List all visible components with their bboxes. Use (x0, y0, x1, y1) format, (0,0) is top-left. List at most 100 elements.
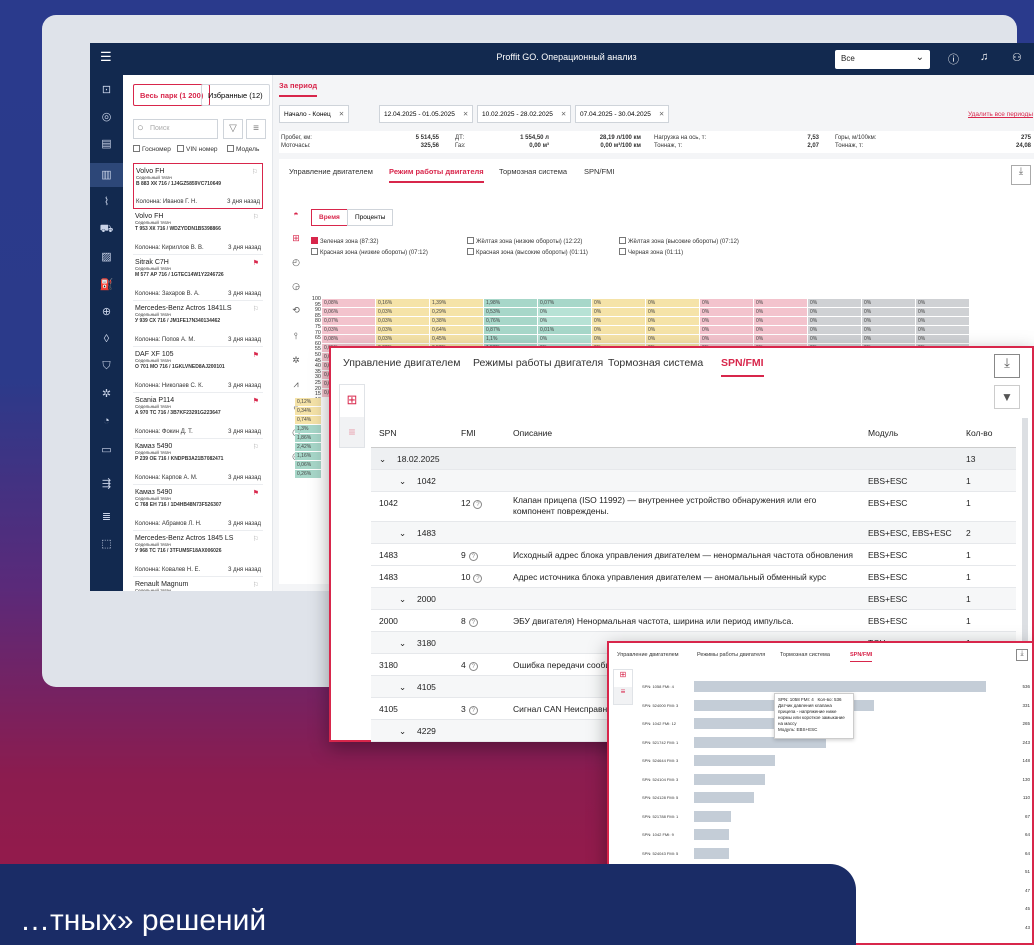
column-header[interactable]: Описание (513, 428, 552, 438)
spn-tab[interactable]: Управление двигателем (343, 357, 460, 375)
nav-fuel-icon[interactable]: ⛽ (90, 278, 123, 291)
zone-yellow-low-checkbox[interactable]: Жёлтая зона (низкие обороты) (12:22) (467, 237, 582, 245)
filter-icon[interactable]: ▼ (994, 385, 1020, 409)
download-icon[interactable]: ⤓ (1016, 649, 1028, 661)
nav-map-icon[interactable]: ⊕ (90, 305, 123, 318)
chevron-down-icon[interactable]: ⌄ (399, 528, 406, 539)
info-icon[interactable]: ⓘ (948, 51, 959, 67)
help-icon[interactable]: ? (468, 552, 478, 561)
bell-icon[interactable]: ♫ (980, 51, 988, 63)
chevron-down-icon[interactable]: ⌄ (399, 726, 406, 737)
vehicle-item[interactable]: Volvo FH Седельный тягач Т 953 ХК 716 / WD… (133, 209, 263, 255)
nav-flow-icon[interactable]: ⇶ (90, 477, 123, 490)
nav-chart-icon[interactable]: ◔ (90, 415, 123, 427)
bar[interactable] (694, 847, 729, 859)
chevron-down-icon[interactable]: ⌄ (399, 638, 406, 649)
download-icon[interactable]: ⤓ (994, 354, 1020, 378)
table-row[interactable]: ⌄ 2000 EBS+ESC 1 (371, 588, 1016, 610)
gauge-icon[interactable]: ◴ (289, 257, 303, 268)
column-header[interactable]: FMI (461, 428, 476, 438)
chart-tab[interactable]: Управление двигателем (617, 652, 679, 661)
zone-yellow-high-checkbox[interactable]: Жёлтая зона (высокие обороты) (07:12) (619, 237, 739, 245)
period-chip[interactable]: Начало - Конец ✕ (279, 105, 350, 123)
help-icon[interactable]: ? (468, 662, 478, 671)
nav-docs-icon[interactable]: ▤ (90, 137, 123, 150)
close-icon[interactable]: ✕ (659, 111, 664, 118)
bookmark-icon[interactable]: ⚑ (253, 259, 259, 267)
nav-location-icon[interactable]: ◎ (90, 110, 123, 123)
nav-drop-icon[interactable]: ◊ (90, 333, 123, 345)
spn-tab[interactable]: SPN/FMI (721, 357, 764, 377)
fleet-select[interactable]: Все ⌄ (835, 50, 930, 69)
table-scrollbar[interactable] (1022, 418, 1028, 668)
filter-plate-checkbox[interactable]: Госномер (133, 145, 171, 153)
chart-tab[interactable]: SPN/FMI (850, 652, 873, 662)
bar[interactable] (694, 773, 765, 785)
period-tab[interactable]: За период (279, 81, 318, 97)
bookmark-icon[interactable]: ⚐ (253, 213, 259, 221)
chart-tab[interactable]: Режимы работы двигателя (697, 652, 765, 661)
bar[interactable] (694, 792, 754, 803)
zone-green-checkbox[interactable]: Зеленая зона (87:32) (311, 237, 379, 245)
vehicle-item[interactable]: DAF XF 105 Седельный тягач О 701 МО 716 / … (133, 347, 263, 393)
close-icon[interactable]: ✕ (463, 111, 468, 118)
bookmark-icon[interactable]: ⚐ (252, 168, 258, 176)
close-icon[interactable]: ✕ (339, 111, 344, 118)
filter-vin-checkbox[interactable]: VIN номер (177, 145, 218, 153)
zone-red-low-checkbox[interactable]: Красная зона (низкие обороты) (07:12) (311, 248, 428, 256)
zone-black-checkbox[interactable]: Черная зона (01:11) (619, 248, 683, 256)
delete-all-periods-link[interactable]: Удалить все периоды (968, 111, 1033, 118)
help-icon[interactable]: ? (473, 500, 483, 509)
chevron-down-icon[interactable]: ⌄ (399, 476, 406, 487)
vehicle-item[interactable]: Sitrak C7H Седельный тягач М 577 АР 716 / … (133, 255, 263, 301)
vehicle-item[interactable]: Камаз 5490 Седельный тягач С 768 ЕН 716 / … (133, 485, 263, 531)
thermometer-icon[interactable]: ⫯ (289, 331, 303, 342)
vehicle-item[interactable]: Renault MagnumСедельный тягачС 038 КО 71… (133, 577, 263, 591)
nav-chat-icon[interactable]: ▭ (90, 443, 123, 456)
vehicle-item[interactable]: Volvo FH Седельный тягач В 883 ХК 716 / 1J… (133, 163, 263, 209)
chart-tab[interactable]: Тормозная система (780, 652, 830, 661)
table-row[interactable]: 2000 8? ЭБУ двигателя) Ненормальная частот… (371, 610, 1016, 632)
table-row[interactable]: ⌄ 18.02.2025 13 (371, 448, 1016, 470)
period-chip[interactable]: 07.04.2025 - 30.04.2025 ✕ (575, 105, 670, 123)
nav-analytics-icon[interactable]: ▥ (90, 163, 123, 187)
engine-icon[interactable]: ◓ (289, 209, 303, 219)
speed-icon[interactable]: ◶ (289, 281, 303, 292)
spn-tab[interactable]: Режимы работы двигателя (473, 357, 603, 375)
help-icon[interactable]: ? (473, 574, 483, 583)
vehicle-item[interactable]: Камаз 5490 Седельный тягач Р 239 ОЕ 716 / … (133, 439, 263, 485)
gear-icon[interactable]: ✲ (289, 355, 303, 366)
column-header[interactable]: Кол-во (966, 428, 992, 438)
filter-model-checkbox[interactable]: Модель (227, 145, 259, 153)
card-tab[interactable]: SPN/FMI (584, 167, 614, 181)
chevron-down-icon[interactable]: ⌄ (379, 454, 386, 465)
tab-favorites[interactable]: Избранные (12) (201, 84, 270, 106)
table-row[interactable]: 1483 10? Адрес источника блока управления … (371, 566, 1016, 588)
vehicle-item[interactable]: Scania P114 Седельный тягач А 970 ТС 716 /… (133, 393, 263, 439)
view-time-tab[interactable]: Время (311, 209, 348, 226)
period-chip[interactable]: 12.04.2025 - 01.05.2025 ✕ (379, 105, 474, 123)
table-row[interactable]: 1483 9? Исходный адрес блока управления дв… (371, 544, 1016, 566)
nav-cursor-icon[interactable]: ⬚ (90, 537, 123, 550)
close-icon[interactable]: ✕ (561, 111, 566, 118)
tab-all-fleet[interactable]: Весь парк (1 200) (133, 84, 211, 106)
table-icon[interactable]: ⊞ (340, 385, 364, 416)
table-row[interactable]: ⌄ 1483 EBS+ESC, EBS+ESC 2 (371, 522, 1016, 544)
help-icon[interactable]: ? (468, 618, 478, 627)
chevron-down-icon[interactable]: ⌄ (399, 594, 406, 605)
bookmark-icon[interactable]: ⚐ (253, 535, 259, 543)
card-tab[interactable]: Тормозная система (499, 167, 567, 181)
nav-routes-icon[interactable]: ⌇ (90, 195, 123, 208)
bar[interactable] (694, 829, 729, 840)
zone-red-high-checkbox[interactable]: Красная зона (высокие обороты) (01:11) (467, 248, 588, 256)
search-input[interactable]: Поиск (133, 119, 218, 139)
bar-chart-icon[interactable]: ≡ (340, 417, 364, 447)
table-icon[interactable]: ⊞ (289, 233, 303, 244)
period-chip[interactable]: 10.02.2025 - 28.02.2025 ✕ (477, 105, 572, 123)
vehicle-item[interactable]: Mercedes-Benz Actros 1841LS Седельный тяг… (133, 301, 263, 347)
bookmark-icon[interactable]: ⚑ (253, 397, 259, 405)
user-icon[interactable]: ⚇ (1012, 51, 1022, 64)
nav-report-icon[interactable]: ▨ (90, 250, 123, 263)
nav-dashboard-icon[interactable]: ⊡ (90, 83, 123, 96)
table-icon[interactable]: ⊞ (614, 670, 632, 687)
